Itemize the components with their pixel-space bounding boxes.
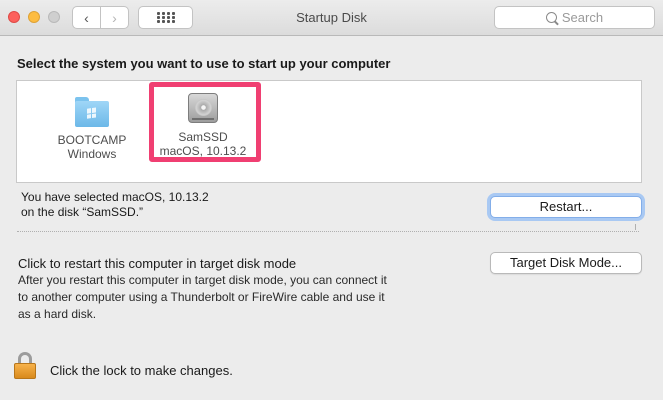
search-placeholder: Search xyxy=(561,10,604,25)
chevron-right-icon: › xyxy=(112,9,117,26)
hard-drive-icon xyxy=(188,93,218,123)
disk-name: SamSSD xyxy=(178,130,228,144)
disk-name: BOOTCAMP xyxy=(57,133,127,147)
section-heading: Select the system you want to use to sta… xyxy=(17,56,391,71)
selection-summary: You have selected macOS, 10.13.2 on the … xyxy=(21,190,209,220)
close-window-button[interactable] xyxy=(8,11,20,23)
restart-button[interactable]: Restart... xyxy=(490,196,642,218)
divider xyxy=(17,231,639,232)
back-button[interactable]: ‹ xyxy=(73,7,101,28)
lock-label: Click the lock to make changes. xyxy=(50,363,233,378)
minimize-window-button[interactable] xyxy=(28,11,40,23)
search-icon xyxy=(545,12,557,23)
grid-icon xyxy=(156,12,175,23)
disk-os: macOS, 10.13.2 xyxy=(159,144,247,158)
target-disk-mode-description: After you restart this computer in targe… xyxy=(18,273,387,321)
forward-button[interactable]: › xyxy=(101,7,128,28)
divider-tick xyxy=(635,224,636,230)
disk-bootcamp[interactable]: BOOTCAMP Windows xyxy=(37,81,147,161)
selection-line-2: on the disk “SamSSD.” xyxy=(21,205,144,219)
target-disk-mode-title: Click to restart this computer in target… xyxy=(18,256,297,271)
navigation-buttons: ‹ › xyxy=(72,6,129,29)
zoom-window-button[interactable] xyxy=(48,11,60,23)
disk-list: BOOTCAMP Windows SamSSD macOS, 10.13.2 xyxy=(16,80,642,183)
lock-icon[interactable] xyxy=(14,352,36,380)
chevron-left-icon: ‹ xyxy=(84,9,89,26)
show-all-button[interactable] xyxy=(138,6,193,29)
folder-windows-icon xyxy=(75,97,109,127)
selection-line-1: You have selected macOS, 10.13.2 xyxy=(21,190,209,204)
disk-samssd[interactable]: SamSSD macOS, 10.13.2 xyxy=(148,81,258,158)
title-bar: ‹ › Startup Disk Search xyxy=(0,0,663,36)
search-field[interactable]: Search xyxy=(494,6,655,29)
disk-os: Windows xyxy=(67,147,117,161)
target-disk-mode-button[interactable]: Target Disk Mode... xyxy=(490,252,642,274)
